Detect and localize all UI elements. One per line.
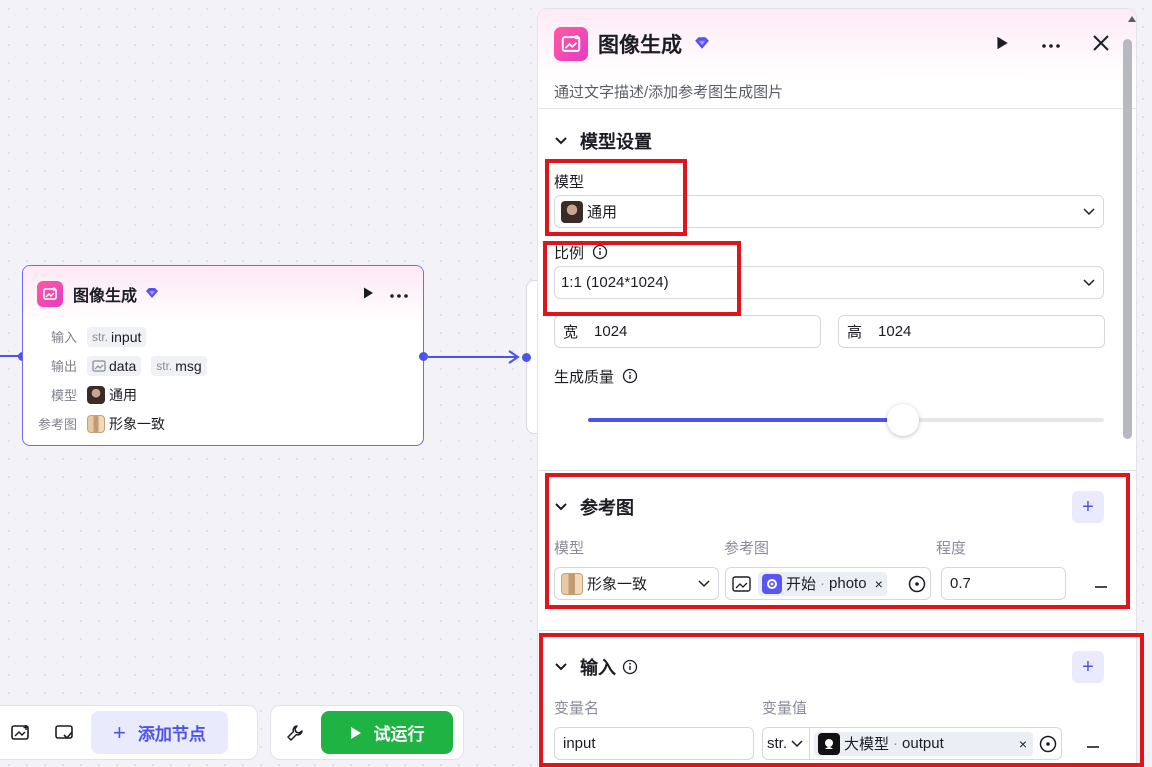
model-avatar — [561, 200, 583, 223]
add-input-button[interactable]: + — [1072, 651, 1104, 683]
row-label: 输入 — [50, 330, 77, 345]
remove-chip-icon[interactable]: × — [1019, 736, 1027, 752]
variable-name-input[interactable]: input — [554, 727, 754, 760]
output-data-tag: data — [87, 355, 142, 376]
quality-slider[interactable] — [554, 402, 1120, 442]
llm-node-icon — [818, 732, 841, 755]
col-image-label: 参考图 — [724, 539, 770, 557]
ratio-label: 比例 — [554, 238, 1120, 266]
variable-chip: 大模型 · output × — [814, 731, 1033, 756]
reference-header[interactable]: 参考图 + — [554, 481, 1120, 533]
chevron-down-icon — [555, 663, 567, 671]
model-label: 模型 — [554, 173, 585, 191]
plus-icon: + — [113, 719, 126, 745]
node-row-reference: 参考图 形象一致 — [35, 409, 411, 438]
inputs-header[interactable]: 输入 + — [554, 641, 1120, 693]
slider-track[interactable] — [588, 404, 1104, 436]
close-icon[interactable] — [1092, 34, 1110, 55]
image-generate-icon — [37, 281, 63, 307]
variable-picker-icon[interactable] — [908, 575, 926, 593]
chevron-down-icon — [791, 739, 803, 747]
incoming-edge — [0, 355, 20, 357]
panel-scrollbar[interactable] — [1123, 39, 1132, 439]
start-node-icon — [762, 573, 782, 594]
next-input-port[interactable] — [522, 353, 531, 362]
slider-fill — [588, 418, 903, 422]
node-row-output: 输出 data str. msg — [35, 351, 411, 380]
type-select[interactable]: str. — [767, 728, 811, 759]
variable-value-field[interactable]: str. 大模型 · output × — [762, 727, 1062, 760]
play-icon — [350, 726, 361, 739]
reference-model-select[interactable]: 形象一致 — [554, 567, 719, 600]
row-label: 参考图 — [37, 417, 77, 432]
info-icon[interactable] — [592, 244, 608, 260]
col-value-label: 变量值 — [762, 699, 808, 717]
reference-image-field[interactable]: 开始 · photo × — [725, 567, 931, 600]
reference-section: 参考图 + 模型 参考图 程度 形象一致 开始 · photo × 0.7 — [538, 481, 1136, 631]
image-type-icon — [732, 575, 751, 592]
model-select[interactable]: 通用 — [554, 195, 1104, 228]
panel-run-icon[interactable] — [994, 35, 1010, 54]
ratio-select[interactable]: 1:1 (1024*1024) — [554, 266, 1104, 299]
node-run-icon[interactable] — [361, 286, 375, 303]
image-type-icon — [92, 359, 106, 372]
degree-input[interactable]: 0.7 — [941, 567, 1066, 600]
node-more-icon[interactable] — [389, 286, 409, 302]
connection-edge[interactable] — [428, 356, 516, 358]
scroll-up-arrow-icon[interactable] — [1127, 10, 1137, 26]
node-row-model: 模型 通用 — [35, 380, 411, 409]
remove-row-icon[interactable] — [1094, 576, 1108, 592]
chevron-down-icon — [555, 137, 567, 145]
remove-row-icon[interactable] — [1086, 736, 1100, 752]
panel-title: 图像生成 — [598, 34, 682, 57]
node-title: 图像生成 — [73, 288, 138, 305]
node-header: 图像生成 — [23, 266, 423, 322]
add-node-button[interactable]: + 添加节点 — [91, 711, 228, 754]
output-msg-tag: str. msg — [151, 355, 207, 376]
edge-arrow-icon — [508, 350, 520, 364]
premium-gem-icon — [694, 36, 710, 53]
chevron-down-icon — [698, 579, 710, 587]
wrench-icon[interactable] — [277, 715, 313, 751]
canvas-toolbar-left: + 添加节点 — [0, 705, 258, 760]
panel-more-icon[interactable] — [1040, 36, 1062, 52]
remove-chip-icon[interactable]: × — [875, 576, 883, 592]
height-field[interactable]: 高 1024 — [838, 315, 1105, 348]
reference-model-avatar — [87, 414, 105, 433]
quality-label: 生成质量 — [554, 362, 1120, 390]
node-row-input: 输入 str. input — [35, 322, 411, 351]
reference-model-avatar — [561, 572, 583, 595]
image-generate-icon — [554, 27, 588, 61]
model-settings-header[interactable]: 模型设置 — [554, 115, 1120, 167]
slider-thumb[interactable] — [887, 404, 919, 436]
chevron-down-icon — [555, 503, 567, 511]
row-label: 模型 — [50, 388, 77, 403]
width-field[interactable]: 宽 1024 — [554, 315, 821, 348]
col-name-label: 变量名 — [554, 699, 600, 717]
premium-gem-icon — [145, 286, 159, 302]
chevron-down-icon — [1083, 278, 1095, 286]
image-generation-node[interactable]: 图像生成 输入 str. input 输出 data str. msg 模型 通… — [22, 265, 424, 446]
col-degree-label: 程度 — [936, 539, 967, 557]
comment-tool-icon[interactable] — [47, 715, 83, 751]
variable-picker-icon[interactable] — [1039, 735, 1057, 753]
canvas-toolbar-right: 试运行 — [270, 705, 464, 760]
node-config-panel: 图像生成 通过文字描述/添加参考图生成图片 模型设置 模型 通用 比例 1:1 … — [537, 8, 1137, 767]
model-avatar — [87, 385, 105, 404]
chevron-down-icon — [1083, 207, 1095, 215]
output-port[interactable] — [419, 352, 428, 361]
col-model-label: 模型 — [554, 539, 585, 557]
test-run-button[interactable]: 试运行 — [321, 711, 453, 754]
model-settings-section: 模型设置 模型 通用 比例 1:1 (1024*1024) 宽 1024 高 1… — [538, 115, 1136, 471]
add-reference-button[interactable]: + — [1072, 491, 1104, 523]
info-icon[interactable] — [622, 368, 638, 384]
panel-description: 通过文字描述/添加参考图生成图片 — [554, 84, 784, 101]
reference-variable-chip: 开始 · photo × — [758, 571, 887, 596]
inputs-section: 输入 + 变量名 变量值 input str. 大模型 · output × — [538, 641, 1136, 767]
image-tool-icon[interactable] — [3, 715, 39, 751]
info-icon[interactable] — [622, 659, 638, 675]
row-label: 输出 — [50, 359, 77, 374]
panel-header: 图像生成 通过文字描述/添加参考图生成图片 — [538, 9, 1136, 109]
input-var-tag: str. input — [87, 326, 147, 347]
